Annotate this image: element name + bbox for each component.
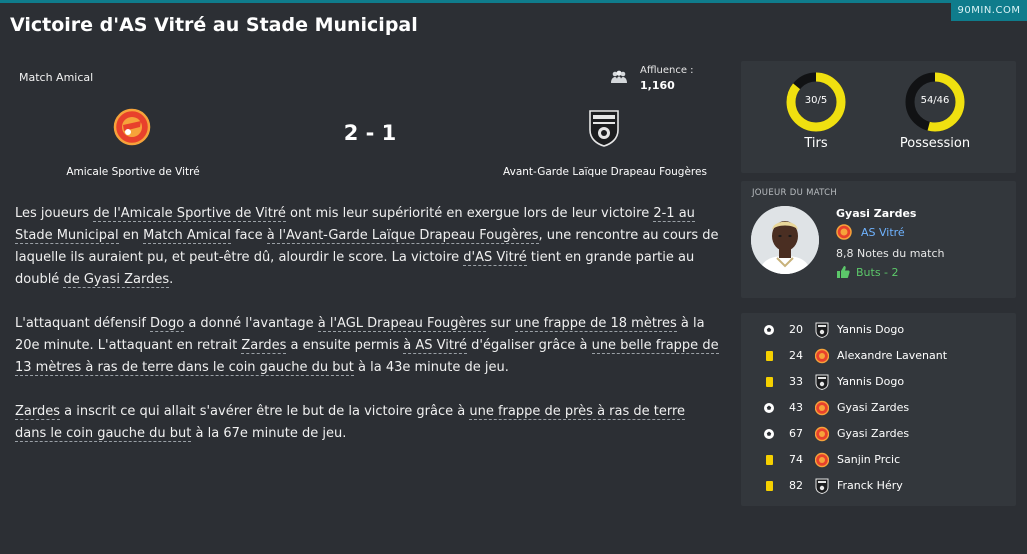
report-text: à la 67e minute de jeu.: [191, 426, 347, 441]
event-player[interactable]: Gyasi Zardes: [837, 401, 909, 414]
club-crest-icon: [836, 224, 852, 240]
football-icon: [764, 429, 774, 439]
report-link[interactable]: de l'Amicale Sportive de Vitré: [93, 206, 286, 222]
match-events-panel: 20 Yannis Dogo 24 Alexandre Lavenant 33 Yanni…: [741, 313, 1016, 506]
report-text: a ensuite permis: [286, 338, 404, 353]
football-icon: [764, 325, 774, 335]
report-text: .: [169, 272, 174, 287]
crowd-icon: [611, 70, 627, 83]
event-minute: 74: [789, 453, 803, 466]
event-row[interactable]: 33 Yannis Dogo: [741, 369, 1016, 395]
event-minute: 20: [789, 323, 803, 336]
football-icon: [764, 403, 774, 413]
event-player[interactable]: Yannis Dogo: [837, 323, 904, 336]
possession-stat[interactable]: 54/46 Possession: [895, 71, 975, 151]
report-text: L'attaquant défensif: [15, 316, 151, 331]
away-team-crest[interactable]: [587, 108, 621, 148]
report-link[interactable]: une frappe de 18 mètres: [514, 316, 677, 332]
report-text: face: [230, 228, 267, 243]
event-row[interactable]: 82 Franck Héry: [741, 473, 1016, 499]
report-paragraph-1: Les joueurs de l'Amicale Sportive de Vit…: [15, 203, 720, 291]
event-player[interactable]: Franck Héry: [837, 479, 903, 492]
event-minute: 33: [789, 375, 803, 388]
away-team-crest-icon[interactable]: [815, 478, 829, 494]
event-row[interactable]: 43 Gyasi Zardes: [741, 395, 1016, 421]
report-link[interactable]: Match Amical: [143, 228, 231, 244]
possession-value: 54/46: [920, 95, 950, 106]
brand-logo[interactable]: 90MIN.COM: [951, 0, 1027, 21]
yellow-card-icon: [766, 351, 773, 361]
shots-value: 30/5: [804, 95, 828, 106]
player-rating: 8,8 Notes du match: [836, 247, 945, 260]
yellow-card-icon: [766, 481, 773, 491]
report-text: ont mis leur supériorité en exergue lors…: [285, 206, 654, 221]
yellow-card-icon: [766, 377, 773, 387]
report-link[interactable]: à l'AGL Drapeau Fougères: [317, 316, 487, 332]
player-photo[interactable]: [751, 206, 819, 274]
away-team-crest-icon[interactable]: [815, 322, 829, 338]
player-name[interactable]: Gyasi Zardes: [836, 207, 916, 220]
thumbs-up-icon: [837, 266, 850, 278]
page-title: Victoire d'AS Vitré au Stade Municipal: [10, 14, 418, 36]
top-accent-line: [0, 0, 1027, 3]
report-text: en: [118, 228, 144, 243]
report-link[interactable]: Dogo: [150, 316, 185, 332]
player-of-match-heading: JOUEUR DU MATCH: [752, 188, 838, 198]
stats-panel: 30/5 Tirs 54/46 Possession: [741, 61, 1016, 173]
home-team-crest-icon[interactable]: [815, 348, 829, 364]
competition-label[interactable]: Match Amical: [19, 71, 93, 84]
shots-stat[interactable]: 30/5 Tirs: [776, 71, 856, 151]
away-team-crest-icon[interactable]: [815, 374, 829, 390]
event-minute: 24: [789, 349, 803, 362]
event-row[interactable]: 74 Sanjin Prcic: [741, 447, 1016, 473]
yellow-card-icon: [766, 455, 773, 465]
possession-label: Possession: [899, 136, 971, 151]
home-team-crest[interactable]: [113, 108, 151, 146]
report-paragraph-2: L'attaquant défensif Dogo a donné l'avan…: [15, 313, 720, 379]
attendance-value: 1,160: [640, 79, 675, 92]
report-link[interactable]: de Gyasi Zardes: [63, 272, 170, 288]
report-text: à la 43e minute de jeu.: [353, 360, 509, 375]
event-row[interactable]: 67 Gyasi Zardes: [741, 421, 1016, 447]
home-team-name[interactable]: Amicale Sportive de Vitré: [20, 166, 246, 178]
home-team-crest-icon[interactable]: [815, 400, 829, 416]
report-link[interactable]: Zardes: [15, 404, 61, 420]
event-player[interactable]: Sanjin Prcic: [837, 453, 900, 466]
report-text: d'égaliser grâce à: [466, 338, 592, 353]
away-team-name[interactable]: Avant-Garde Laïque Drapeau Fougères: [480, 166, 730, 178]
event-player[interactable]: Yannis Dogo: [837, 375, 904, 388]
event-player[interactable]: Gyasi Zardes: [837, 427, 909, 440]
score: 2 - 1: [343, 121, 397, 145]
report-text: a inscrit ce qui allait s'avérer être le…: [60, 404, 470, 419]
player-of-match-panel: JOUEUR DU MATCH Gyasi Zardes AS Vitré 8,…: [741, 181, 1016, 298]
report-paragraph-3: Zardes a inscrit ce qui allait s'avérer …: [15, 401, 720, 445]
event-row[interactable]: 20 Yannis Dogo: [741, 317, 1016, 343]
attendance-label: Affluence :: [640, 65, 694, 76]
player-club-link[interactable]: AS Vitré: [861, 226, 905, 239]
report-text: Les joueurs: [15, 206, 94, 221]
report-link[interactable]: à AS Vitré: [403, 338, 467, 354]
report-text: sur: [486, 316, 515, 331]
event-row[interactable]: 24 Alexandre Lavenant: [741, 343, 1016, 369]
match-report: Les joueurs de l'Amicale Sportive de Vit…: [15, 203, 720, 467]
event-minute: 82: [789, 479, 803, 492]
report-text: a donné l'avantage: [184, 316, 318, 331]
report-link[interactable]: Zardes: [241, 338, 287, 354]
event-minute: 67: [789, 427, 803, 440]
player-goals: Buts - 2: [856, 266, 899, 279]
event-player[interactable]: Alexandre Lavenant: [837, 349, 947, 362]
match-header: Match Amical Affluence : 1,160 2 - 1 Ami…: [0, 58, 728, 188]
home-team-crest-icon[interactable]: [815, 426, 829, 442]
event-minute: 43: [789, 401, 803, 414]
report-link[interactable]: à l'Avant-Garde Laïque Drapeau Fougères: [266, 228, 539, 244]
shots-label: Tirs: [804, 136, 828, 151]
report-link[interactable]: d'AS Vitré: [463, 250, 527, 266]
home-team-crest-icon[interactable]: [815, 452, 829, 468]
